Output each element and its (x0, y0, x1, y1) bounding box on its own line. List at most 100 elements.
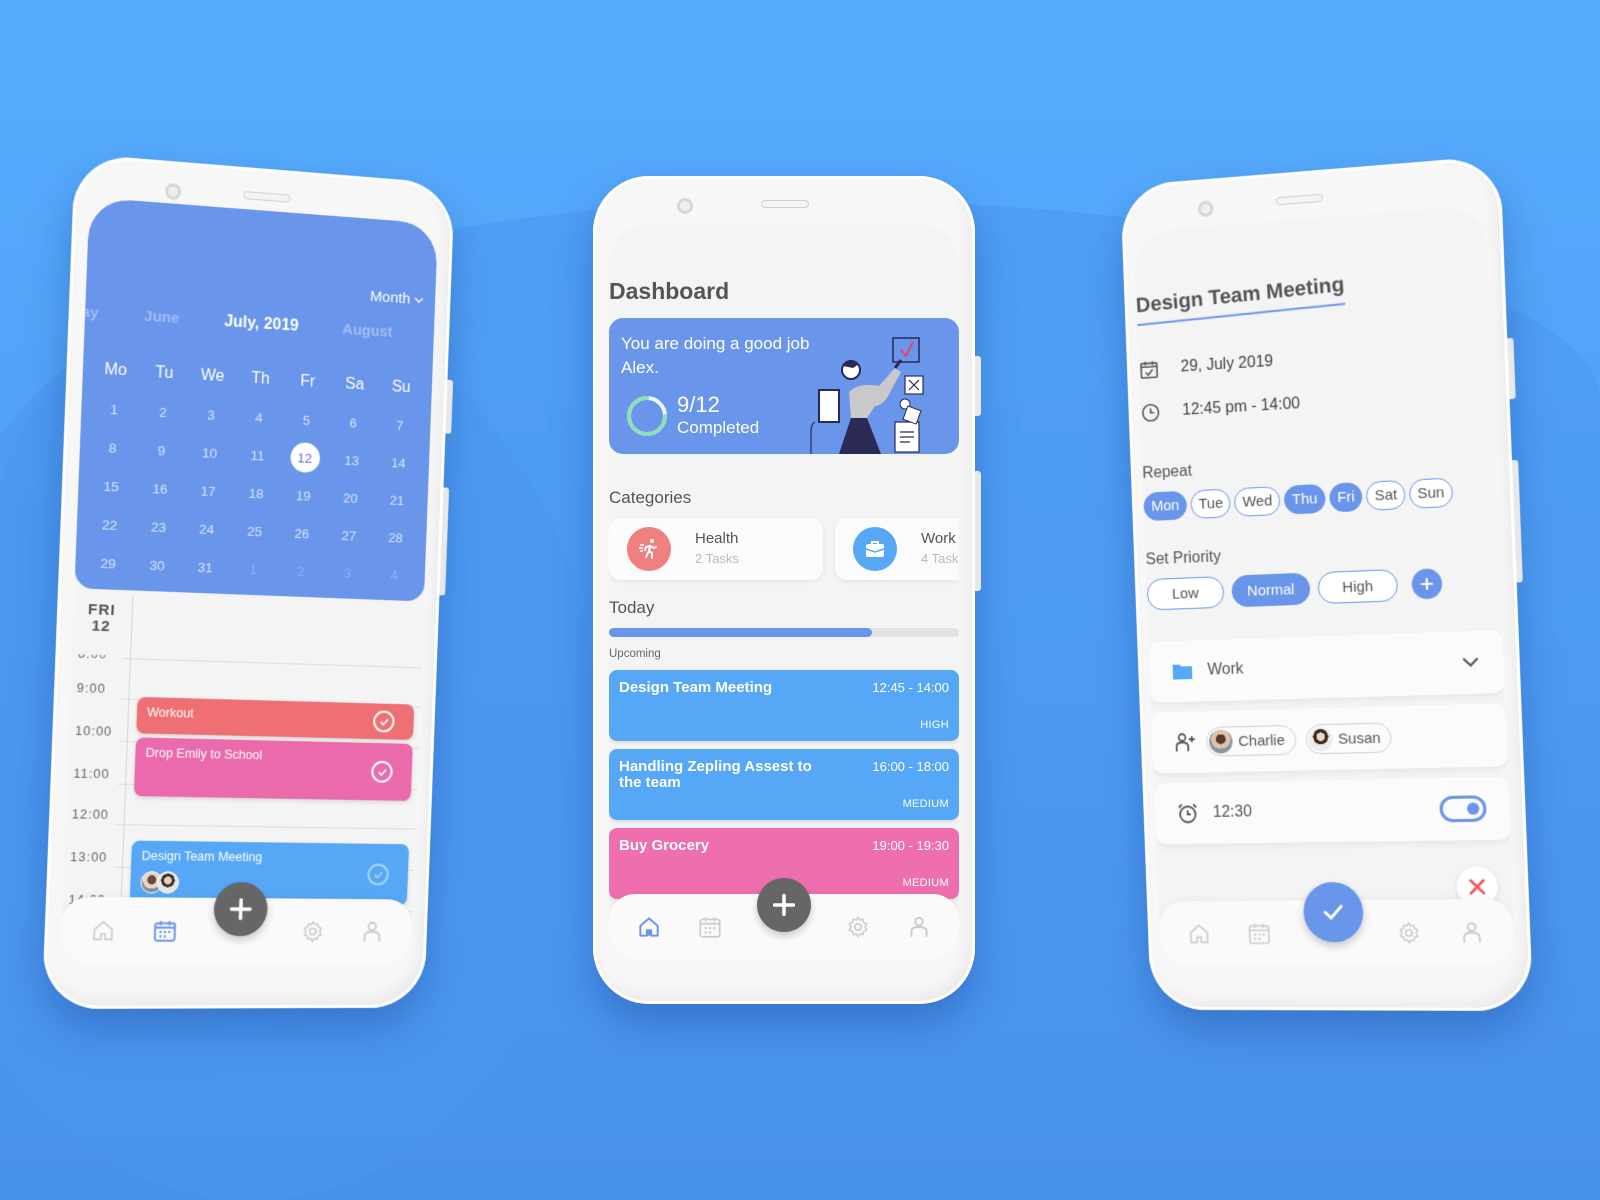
calendar-day[interactable]: 3 (324, 564, 371, 581)
calendar-day[interactable]: 4 (371, 566, 418, 583)
calendar-day[interactable]: 25 (231, 522, 279, 539)
task-time-row[interactable]: 12:45 pm - 14:00 (1140, 393, 1301, 424)
calendar-day[interactable]: 21 (373, 491, 420, 508)
event-workout[interactable]: Workout (136, 696, 415, 740)
calendar-icon[interactable] (1244, 919, 1274, 949)
check-circle-icon[interactable] (372, 710, 395, 733)
task-card[interactable]: Design Team Meeting 12:45 - 14:00 HIGH (609, 670, 959, 741)
calendar-day[interactable]: 9 (137, 441, 186, 459)
calendar-day[interactable]: 18 (232, 484, 280, 501)
front-camera (677, 198, 693, 214)
phone-calendar: Month May June July, 2019 August Se Mo Tu… (41, 153, 455, 1010)
weekday-label: We (200, 366, 225, 386)
task-date-row[interactable]: 29, July 2019 (1138, 351, 1273, 381)
home-icon[interactable] (634, 912, 664, 942)
category-work[interactable]: Work 4 Tasks (835, 518, 959, 580)
calendar-day[interactable]: 7 (376, 416, 423, 433)
calendar-day[interactable]: 28 (372, 529, 419, 546)
calendar-day[interactable]: 11 (233, 446, 281, 463)
settings-icon[interactable] (843, 912, 873, 942)
task-title-field[interactable]: Design Team Meeting (1135, 272, 1346, 327)
front-camera (164, 182, 182, 201)
calendar-day[interactable]: 14 (375, 454, 422, 471)
event-design-team-meeting[interactable]: Design Team Meeting (129, 840, 410, 906)
month-item[interactable]: May (68, 303, 99, 322)
repeat-day-mon[interactable]: Mon (1143, 490, 1188, 522)
repeat-day-sun[interactable]: Sun (1408, 477, 1454, 509)
calendar-day[interactable]: 13 (328, 451, 375, 468)
category-dropdown[interactable]: Work (1148, 629, 1505, 703)
close-icon (1468, 878, 1487, 896)
avatar (1307, 726, 1333, 752)
calendar-icon[interactable] (149, 916, 180, 946)
add-priority-button[interactable] (1411, 568, 1443, 600)
profile-icon[interactable] (357, 917, 387, 947)
calendar-day[interactable]: 3 (187, 406, 236, 424)
today-progress-bar (609, 628, 959, 637)
profile-icon[interactable] (1456, 917, 1488, 948)
folder-icon (1172, 664, 1193, 680)
today-heading: Today (609, 598, 655, 617)
add-person-icon[interactable] (1173, 730, 1197, 754)
calendar-day[interactable]: 31 (181, 559, 230, 576)
repeat-day-tue[interactable]: Tue (1190, 488, 1232, 520)
calendar-day[interactable]: 29 (83, 554, 133, 571)
calendar-header: Month May June July, 2019 August Se Mo Tu… (68, 197, 439, 602)
calendar-day[interactable]: 1 (89, 400, 139, 418)
calendar-day[interactable]: 19 (280, 487, 328, 504)
check-circle-icon[interactable] (370, 760, 393, 783)
alarm-icon (1176, 801, 1200, 825)
calendar-day[interactable]: 17 (184, 482, 233, 499)
month-item[interactable]: June (144, 308, 180, 327)
task-card[interactable]: Handling Zepling Assest to the team 16:0… (609, 749, 959, 820)
calendar-day[interactable]: 22 (85, 516, 135, 533)
repeat-day-fri[interactable]: Fri (1328, 481, 1364, 513)
home-icon[interactable] (87, 915, 119, 946)
view-selector[interactable]: Month (370, 288, 424, 308)
upcoming-heading: Upcoming (609, 648, 661, 660)
calendar-day[interactable]: 27 (325, 527, 372, 544)
dashboard-screen: Dashboard You are doing a good job Alex.… (609, 224, 959, 960)
calendar-day[interactable]: 15 (86, 477, 136, 495)
calendar-day[interactable]: 2 (138, 403, 187, 421)
repeat-day-sat[interactable]: Sat (1366, 479, 1406, 511)
attendee-chip[interactable]: Susan (1304, 722, 1393, 755)
task-detail-screen: Design Team Meeting 29, July 2019 12:45 … (1133, 205, 1516, 967)
calendar-day[interactable]: 10 (185, 444, 234, 462)
priority-low[interactable]: Low (1146, 576, 1225, 611)
calendar-day[interactable]: 6 (330, 414, 377, 431)
calendar-icon[interactable] (695, 912, 725, 942)
plus-icon (772, 893, 796, 917)
profile-icon[interactable] (904, 912, 934, 942)
selected-day[interactable]: 12 (289, 441, 321, 474)
repeat-day-thu[interactable]: Thu (1283, 483, 1326, 515)
home-icon[interactable] (1184, 919, 1214, 949)
calendar-day[interactable]: 1 (229, 561, 277, 578)
category-health[interactable]: Health 2 Tasks (609, 518, 823, 580)
repeat-day-wed[interactable]: Wed (1234, 486, 1281, 518)
calendar-day[interactable]: 30 (132, 557, 181, 574)
priority-normal[interactable]: Normal (1231, 572, 1311, 608)
month-item[interactable]: Se (435, 327, 438, 345)
calendar-day[interactable]: 20 (327, 489, 374, 506)
speaker (242, 190, 291, 203)
category-count: 2 Tasks (695, 551, 739, 566)
month-item[interactable]: August (342, 321, 393, 341)
calendar-day[interactable]: 2 (277, 563, 325, 580)
task-priority: MEDIUM (902, 877, 949, 889)
current-month[interactable]: July, 2019 (224, 313, 299, 336)
reminder-toggle[interactable] (1439, 795, 1487, 823)
attendee-chip[interactable]: Charlie (1205, 724, 1297, 757)
calendar-day[interactable]: 16 (135, 480, 184, 497)
event-drop-emily[interactable]: Drop Emily to School (133, 737, 413, 801)
calendar-day[interactable]: 8 (88, 439, 138, 457)
calendar-day[interactable]: 4 (235, 408, 283, 426)
add-task-button[interactable] (757, 878, 811, 932)
calendar-day[interactable]: 23 (134, 518, 183, 535)
settings-icon[interactable] (1393, 918, 1424, 948)
calendar-day[interactable]: 24 (182, 520, 231, 537)
calendar-day[interactable]: 5 (282, 411, 330, 429)
calendar-day[interactable]: 26 (278, 525, 326, 542)
priority-high[interactable]: High (1317, 568, 1399, 605)
settings-icon[interactable] (297, 917, 327, 947)
